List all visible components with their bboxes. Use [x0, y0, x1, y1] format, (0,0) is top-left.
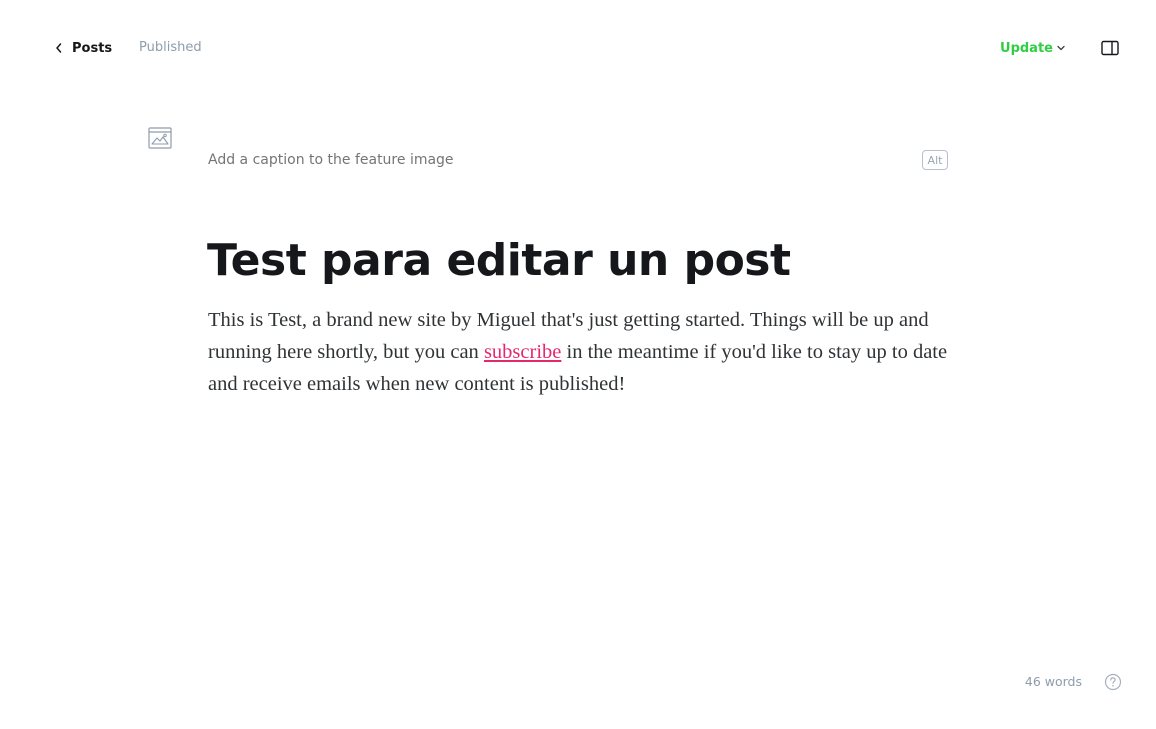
sidebar-toggle-icon	[1101, 40, 1119, 56]
feature-image-caption-input[interactable]	[208, 152, 808, 168]
post-title[interactable]: Test para editar un post	[207, 232, 967, 290]
post-body-editor[interactable]: This is Test, a brand new site by Miguel…	[208, 304, 948, 400]
back-label: Posts	[72, 40, 113, 56]
help-button[interactable]	[1104, 673, 1122, 691]
settings-sidebar-toggle[interactable]	[1100, 38, 1120, 58]
subscribe-link[interactable]: subscribe	[484, 341, 561, 363]
post-editor: Posts Published Update Alt Test para edi…	[0, 0, 1156, 729]
chevron-down-icon	[1057, 45, 1065, 51]
alt-text-button[interactable]: Alt	[922, 150, 948, 170]
chevron-left-icon	[56, 43, 62, 53]
back-to-posts-link[interactable]: Posts	[54, 38, 112, 58]
editor-header: Posts Published Update	[0, 0, 1156, 96]
image-icon	[148, 127, 172, 149]
update-label: Update	[1000, 40, 1053, 56]
post-status: Published	[139, 40, 202, 55]
add-feature-image-button[interactable]	[148, 127, 172, 149]
help-circle-icon	[1104, 673, 1122, 691]
update-button[interactable]: Update	[1000, 38, 1066, 58]
word-count: 46 words	[1024, 674, 1082, 689]
